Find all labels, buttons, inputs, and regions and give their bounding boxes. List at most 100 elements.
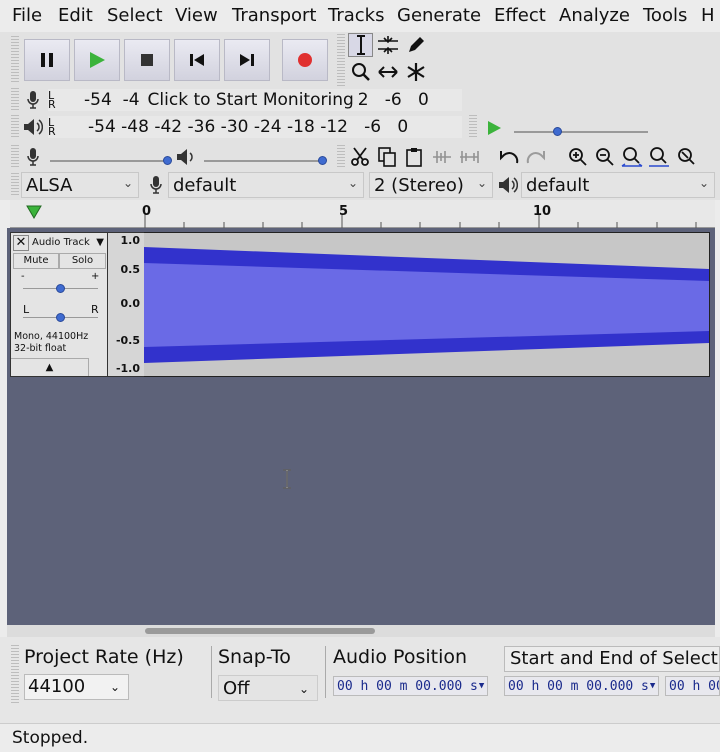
- recording-device-select[interactable]: default ⌄: [168, 172, 364, 198]
- input-volume-slider[interactable]: [50, 160, 170, 162]
- input-volume-knob[interactable]: [163, 156, 172, 165]
- record-meter[interactable]: L R -54 -4 Click to Start Monitoring 2 -…: [48, 89, 462, 111]
- menu-analyze[interactable]: Analyze: [559, 5, 630, 26]
- zoom-toggle-button[interactable]: [673, 145, 698, 169]
- collapse-track-button[interactable]: ▲: [11, 358, 89, 376]
- menu-tools[interactable]: Tools: [643, 5, 687, 26]
- scrollbar-thumb[interactable]: [145, 628, 375, 634]
- envelope-tool[interactable]: [375, 33, 400, 57]
- vertical-scale[interactable]: 1.0 0.5 0.0 -0.5 -1.0: [108, 232, 144, 377]
- menu-file[interactable]: File: [12, 5, 42, 26]
- audio-position-field[interactable]: 00 h 00 m 00.000 s ▼: [333, 676, 488, 696]
- skip-start-button[interactable]: [174, 39, 220, 81]
- skip-end-button[interactable]: [224, 39, 270, 81]
- menu-tracks[interactable]: Tracks: [328, 5, 384, 26]
- scale-label: -1.0: [115, 362, 140, 375]
- recording-device-value: default: [173, 174, 237, 196]
- transport-grip[interactable]: [11, 36, 19, 84]
- play-button[interactable]: [74, 39, 120, 81]
- microphone-icon: [150, 176, 162, 194]
- record-meter-button[interactable]: [20, 89, 46, 111]
- fit-selection-button[interactable]: [619, 145, 644, 169]
- ruler-label-5: 5: [339, 204, 349, 219]
- paste-button[interactable]: [401, 145, 426, 169]
- edit-grip[interactable]: [337, 145, 345, 169]
- chevron-down-icon: ⌄: [298, 682, 309, 696]
- play-head-icon[interactable]: [25, 204, 43, 220]
- trim-button[interactable]: [429, 145, 454, 169]
- output-volume-knob[interactable]: [318, 156, 327, 165]
- selection-tool[interactable]: [348, 33, 373, 57]
- gain-minus: -: [21, 271, 25, 282]
- pause-icon: [41, 53, 53, 67]
- selection-mode-select[interactable]: Start and End of Select: [504, 646, 720, 672]
- input-volume-icon-wrap: [20, 146, 46, 168]
- snap-to-select[interactable]: Off ⌄: [218, 675, 318, 701]
- speaker-icon: [177, 149, 193, 165]
- selection-end-field[interactable]: 00 h 00: [665, 676, 720, 696]
- selection-toolbar-grip[interactable]: [11, 645, 19, 705]
- waveform-shape: [144, 247, 709, 363]
- divider: [325, 646, 326, 698]
- play-meter[interactable]: L R -54 -48 -42 -36 -30 -24 -18 -12 -6 0: [48, 116, 462, 138]
- zoom-out-button[interactable]: [592, 145, 617, 169]
- play-at-speed-grip[interactable]: [469, 115, 477, 139]
- copy-button[interactable]: [374, 145, 399, 169]
- stop-icon: [141, 54, 153, 66]
- solo-button[interactable]: Solo: [59, 253, 106, 269]
- device-grip[interactable]: [11, 173, 19, 197]
- menu-transport[interactable]: Transport: [232, 5, 316, 26]
- menu-generate[interactable]: Generate: [397, 5, 481, 26]
- undo-button[interactable]: [496, 145, 521, 169]
- zoom-in-button[interactable]: [565, 145, 590, 169]
- horizontal-scrollbar[interactable]: [7, 625, 715, 637]
- close-icon[interactable]: ✕: [13, 235, 29, 251]
- pause-button[interactable]: [24, 39, 70, 81]
- mixer-grip[interactable]: [11, 145, 19, 169]
- playback-device-select[interactable]: default ⌄: [521, 172, 715, 198]
- multi-tool[interactable]: [403, 60, 428, 84]
- scale-label: 1.0: [120, 234, 141, 247]
- cut-button[interactable]: [347, 145, 372, 169]
- menu-select[interactable]: Select: [107, 5, 163, 26]
- menu-help[interactable]: H: [701, 5, 715, 26]
- tools-grip[interactable]: [337, 34, 345, 86]
- selection-end-value: 00 h 00: [669, 678, 720, 694]
- draw-tool[interactable]: [403, 33, 428, 57]
- track-format-rate: Mono, 44100Hz: [14, 331, 89, 342]
- scale-label: 0.0: [120, 297, 141, 310]
- track-name-menu[interactable]: Audio Track ▼: [30, 235, 106, 251]
- audio-host-select[interactable]: ALSA ⌄: [21, 172, 139, 198]
- fit-project-button[interactable]: [646, 145, 671, 169]
- menu-edit[interactable]: Edit: [58, 5, 93, 26]
- stop-button[interactable]: [124, 39, 170, 81]
- play-at-speed-button[interactable]: [481, 117, 507, 139]
- zoom-tool[interactable]: [348, 60, 373, 84]
- mute-button[interactable]: Mute: [13, 253, 59, 269]
- timeshift-tool[interactable]: [375, 60, 400, 84]
- chevron-up-icon: ▲: [45, 362, 54, 373]
- output-volume-slider[interactable]: [204, 160, 326, 162]
- play-meter-button[interactable]: [20, 116, 46, 138]
- speaker-icon: [24, 119, 43, 135]
- menu-view[interactable]: View: [175, 5, 218, 26]
- selection-start-field[interactable]: 00 h 00 m 00.000 s ▼: [504, 676, 659, 696]
- waveform[interactable]: [144, 232, 710, 377]
- play-speed-knob[interactable]: [553, 127, 562, 136]
- redo-button[interactable]: [523, 145, 548, 169]
- pan-knob[interactable]: [56, 313, 65, 322]
- record-button[interactable]: [282, 39, 328, 81]
- pan-right-label: R: [91, 303, 99, 316]
- silence-button[interactable]: [456, 145, 481, 169]
- play-speed-slider[interactable]: [514, 131, 648, 133]
- click-to-start-monitoring[interactable]: Click to Start Monitoring: [148, 90, 354, 110]
- project-rate-label: Project Rate (Hz): [24, 646, 184, 668]
- chevron-down-icon: ⌄: [698, 176, 709, 190]
- play-meter-grip[interactable]: [11, 115, 19, 139]
- recording-channels-select[interactable]: 2 (Stereo) ⌄: [369, 172, 493, 198]
- menu-effect[interactable]: Effect: [494, 5, 546, 26]
- timeline-ruler[interactable]: 0 5 10: [10, 200, 715, 228]
- record-meter-grip[interactable]: [11, 88, 19, 112]
- gain-knob[interactable]: [56, 284, 65, 293]
- project-rate-combo[interactable]: 44100 ⌄: [24, 674, 129, 700]
